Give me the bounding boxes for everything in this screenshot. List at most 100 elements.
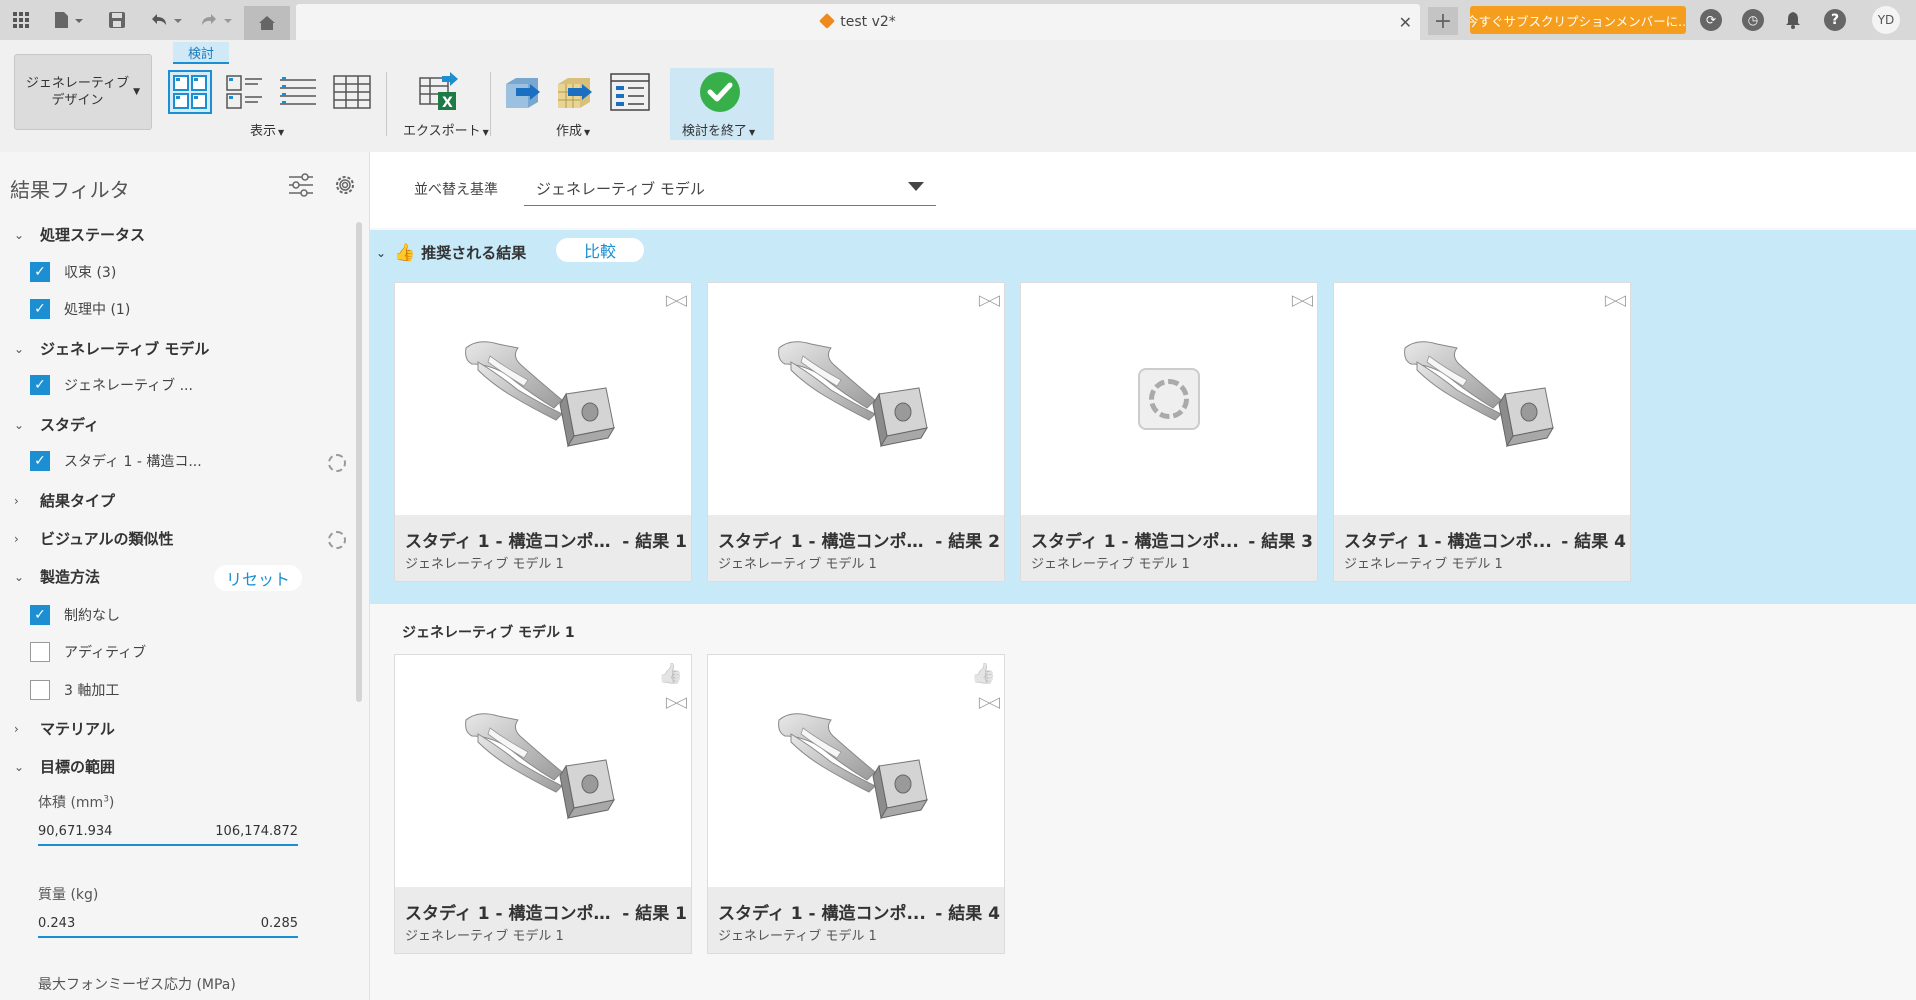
export-menu[interactable]: エクスポート ▼ <box>403 120 489 139</box>
compare-toggle-icon[interactable]: ▷◁ <box>666 693 687 711</box>
chevron-right-icon: › <box>14 721 19 736</box>
sort-selected-value: ジェネレーティブ モデル <box>536 180 705 198</box>
thumbs-up-icon: 👍 <box>394 242 416 263</box>
compare-toggle-icon[interactable]: ▷◁ <box>666 291 687 309</box>
undo-icon[interactable] <box>146 8 186 32</box>
mass-min-value[interactable]: 0.243 <box>38 916 75 931</box>
section-material-toggle[interactable]: › マテリアル <box>14 718 115 739</box>
result-card[interactable]: 👍 ▷◁ スタディ 1 - 構造コンポー... - 結果 1 ジェネレーティブ モデル … <box>394 654 692 954</box>
result-thumbnail[interactable] <box>395 655 691 887</box>
filter-sliders-icon[interactable] <box>288 172 314 204</box>
panel-scrollbar[interactable] <box>356 222 362 702</box>
section-visual-similarity-toggle[interactable]: › ビジュアルの類似性 <box>14 528 174 549</box>
result-card-title: スタディ 1 - 構造コンポ... - 結果 3 <box>1031 527 1313 552</box>
settings-gear-icon[interactable] <box>332 172 358 204</box>
export-label: エクスポート <box>403 124 481 139</box>
result-card[interactable]: ▷◁ スタディ 1 - 構造コンポー... - 結果 2 ジェネレーティブ モデル 1 <box>707 282 1005 582</box>
export-excel-icon[interactable]: X <box>416 68 460 116</box>
job-status-icon[interactable]: ⟳ <box>1700 9 1722 31</box>
caret-down-icon: ▼ <box>482 128 489 137</box>
compare-toggle-icon[interactable]: ▷◁ <box>979 291 1000 309</box>
file-menu-icon[interactable] <box>50 8 86 32</box>
user-avatar[interactable]: YD <box>1872 6 1900 34</box>
app-grid-icon[interactable] <box>10 8 32 32</box>
result-thumbnail[interactable] <box>395 283 691 515</box>
chevron-down-icon: ⌄ <box>14 341 25 356</box>
section-result-type-toggle[interactable]: › 結果タイプ <box>14 490 115 511</box>
new-tab-button[interactable]: + <box>1428 7 1458 35</box>
compare-toggle-icon[interactable]: ▷◁ <box>1605 291 1626 309</box>
result-model-name: ジェネレーティブ モデル 1 <box>718 929 877 944</box>
result-study-name: スタディ 1 - 構造コンポ... <box>718 904 926 924</box>
result-thumbnail[interactable] <box>1334 283 1630 515</box>
clock-icon[interactable]: ◷ <box>1742 9 1764 31</box>
checkmark-icon[interactable] <box>698 68 742 116</box>
result-thumbnail[interactable] <box>708 655 1004 887</box>
mass-range-slider[interactable] <box>38 936 298 938</box>
result-loading-thumbnail[interactable] <box>1021 283 1317 515</box>
result-study-name: スタディ 1 - 構造コンポー... <box>405 532 617 552</box>
list-view-icon[interactable] <box>276 68 320 116</box>
compare-button[interactable]: 比較 <box>556 238 644 262</box>
tab-explore[interactable]: 検討 <box>173 42 229 64</box>
filter-study-label: スタディ 1 - 構造コ... <box>64 454 202 470</box>
result-card[interactable]: ▷◁ スタディ 1 - 構造コンポ... - 結果 4 ジェネレーティブ モデル 1 <box>1333 282 1631 582</box>
redo-icon[interactable] <box>196 8 236 32</box>
thumbs-up-icon[interactable]: 👍 <box>971 661 996 685</box>
loading-spinner-icon <box>1138 368 1200 430</box>
subscribe-button[interactable]: 今すぐサブスクリプションメンバーに... <box>1470 6 1686 34</box>
mass-max-value[interactable]: 0.285 <box>198 916 298 931</box>
close-tab-icon[interactable]: ✕ <box>1399 13 1412 32</box>
detail-view-icon[interactable] <box>222 68 266 116</box>
section-study-toggle[interactable]: ⌄ スタディ <box>14 414 99 435</box>
chevron-down-icon: ⌄ <box>14 227 25 242</box>
result-thumbnail[interactable] <box>708 283 1004 515</box>
section-status-toggle[interactable]: ⌄ 処理ステータス <box>14 224 145 245</box>
filter-study-checkbox[interactable]: ✓ スタディ 1 - 構造コ... <box>30 451 202 471</box>
home-tab[interactable] <box>244 6 290 40</box>
workspace-switcher-button[interactable]: ジェネレーティブ デザイン ▼ <box>14 54 152 130</box>
result-number: - 結果 4 <box>1561 532 1626 552</box>
create-menu[interactable]: 作成 ▼ <box>556 120 590 139</box>
sort-dropdown[interactable]: ジェネレーティブ モデル <box>524 168 936 206</box>
document-tab[interactable]: test v2* ✕ <box>296 4 1420 40</box>
create-design-icon[interactable] <box>502 68 546 116</box>
chevron-down-icon: ⌄ <box>14 759 25 774</box>
thumbnail-view-icon[interactable] <box>168 68 212 116</box>
filter-unrestricted-checkbox[interactable]: ✓ 制約なし <box>30 605 120 625</box>
recommended-header[interactable]: ⌄ 👍 推奨される結果 <box>376 242 526 263</box>
filter-converged-label: 収束 (3) <box>64 265 117 281</box>
filter-processing-checkbox[interactable]: ✓ 処理中 (1) <box>30 299 130 319</box>
volume-min-value[interactable]: 90,671.934 <box>38 824 112 839</box>
finish-explore-menu[interactable]: 検討を終了 ▼ <box>682 120 755 139</box>
checkbox-checked-icon: ✓ <box>30 299 50 319</box>
create-mesh-icon[interactable] <box>554 68 598 116</box>
filter-converged-checkbox[interactable]: ✓ 収束 (3) <box>30 262 116 282</box>
table-view-icon[interactable] <box>330 68 374 116</box>
thumbs-up-icon[interactable]: 👍 <box>658 661 683 685</box>
filter-3axis-checkbox[interactable]: 3 軸加工 <box>30 680 119 700</box>
reset-manufacturing-button[interactable]: リセット <box>214 565 302 591</box>
display-menu[interactable]: 表示 ▼ <box>250 120 284 139</box>
create-report-icon[interactable] <box>608 68 652 116</box>
section-target-range-label: 目標の範囲 <box>40 758 116 776</box>
volume-range-slider[interactable] <box>38 844 298 846</box>
help-icon[interactable]: ? <box>1824 9 1846 31</box>
result-card[interactable]: ▷◁ スタディ 1 - 構造コンポ... - 結果 3 ジェネレーティブ モデル 1 <box>1020 282 1318 582</box>
filter-model-checkbox[interactable]: ✓ ジェネレーティブ ... <box>30 375 193 395</box>
display-label: 表示 <box>250 124 277 139</box>
result-number: - 結果 1 <box>622 904 687 924</box>
section-model-toggle[interactable]: ⌄ ジェネレーティブ モデル <box>14 338 209 359</box>
compare-toggle-icon[interactable]: ▷◁ <box>1292 291 1313 309</box>
volume-max-value[interactable]: 106,174.872 <box>198 824 298 839</box>
result-card[interactable]: 👍 ▷◁ スタディ 1 - 構造コンポ... - 結果 4 ジェネレーティブ モデル 1 <box>707 654 1005 954</box>
section-manufacturing-toggle[interactable]: ⌄ 製造方法 <box>14 566 100 587</box>
home-icon <box>259 16 275 30</box>
result-card[interactable]: ▷◁ スタディ 1 - 構造コンポー... - 結果 1 ジェネレーティブ モデル 1 <box>394 282 692 582</box>
section-target-range-toggle[interactable]: ⌄ 目標の範囲 <box>14 756 115 777</box>
compare-toggle-icon[interactable]: ▷◁ <box>979 693 1000 711</box>
filter-additive-checkbox[interactable]: アディティブ <box>30 642 146 662</box>
notification-bell-icon[interactable] <box>1782 8 1804 32</box>
save-icon[interactable] <box>106 8 128 32</box>
caret-down-icon: ▼ <box>584 128 591 137</box>
